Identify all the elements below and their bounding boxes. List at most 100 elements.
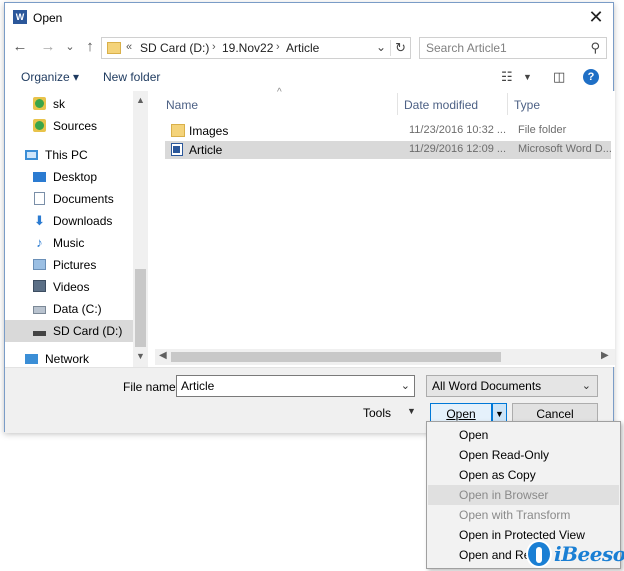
column-header-type[interactable]: Type (514, 98, 540, 112)
menu-item-label: Open Read-Only (459, 448, 550, 462)
nav-item-sd-card[interactable]: SD Card (D:) (5, 320, 133, 342)
word-app-icon: W (13, 10, 27, 24)
up-arrow-icon[interactable]: ↑ (81, 38, 99, 55)
cancel-button-label: Cancel (536, 407, 574, 421)
nav-item-downloads[interactable]: ⬇ Downloads (5, 210, 133, 232)
recent-locations-icon[interactable]: ⌄ (61, 40, 79, 53)
address-separator[interactable]: › (276, 41, 280, 53)
chevron-down-icon[interactable]: ⌄ (582, 379, 591, 392)
nav-pane-scrollbar[interactable]: ▲ ▼ (133, 91, 148, 367)
preview-pane-icon[interactable]: ◫ (553, 69, 565, 85)
nav-item-label: This PC (45, 148, 88, 162)
nav-item-label: Desktop (53, 170, 98, 184)
nav-item-documents[interactable]: Documents (5, 188, 133, 210)
search-icon[interactable]: ⚲ (590, 40, 600, 56)
menu-item-label: Open in Browser (459, 488, 549, 502)
file-type: Microsoft Word D... (518, 143, 612, 155)
nav-item-this-pc[interactable]: This PC (5, 144, 133, 166)
open-button-label: Open (446, 407, 476, 421)
documents-icon (34, 192, 45, 205)
help-icon[interactable]: ? (583, 69, 599, 85)
column-divider[interactable] (397, 93, 398, 115)
nav-item-label: Videos (53, 280, 90, 294)
file-list-scrollbar[interactable]: ◀ ▶ (155, 349, 615, 365)
network-icon (25, 354, 38, 364)
nav-item-label: Downloads (53, 214, 113, 228)
address-segment-sd-card[interactable]: SD Card (D:) (140, 41, 209, 55)
search-input[interactable]: Search Article1 (426, 41, 507, 55)
file-row-images[interactable]: Images 11/23/2016 10:32 ... File folder (165, 122, 611, 140)
forward-arrow-icon[interactable]: → (39, 38, 57, 55)
nav-item-label: Pictures (53, 258, 97, 272)
videos-icon (33, 280, 46, 292)
nav-item-label: SD Card (D:) (53, 324, 123, 338)
address-segment-19nov22[interactable]: 19.Nov22 (222, 41, 273, 55)
menu-item-open-with-transform[interactable]: Open with Transform (428, 505, 619, 525)
file-name-value[interactable]: Article (181, 379, 214, 393)
file-type-select[interactable]: All Word Documents ⌄ (426, 375, 598, 397)
file-row-article[interactable]: Article 11/29/2016 12:09 ... Microsoft W… (165, 141, 612, 159)
address-separator[interactable]: › (212, 41, 216, 53)
scrollbar-thumb[interactable] (171, 352, 501, 362)
search-box[interactable]: Search Article1 ⚲ (419, 37, 607, 59)
view-options-chevron-icon[interactable]: ▼ (523, 72, 532, 82)
back-arrow-icon[interactable]: ← (11, 38, 29, 55)
menu-item-open-as-copy[interactable]: Open as Copy (428, 465, 619, 485)
scrollbar-thumb[interactable] (135, 269, 146, 347)
menu-item-open-read-only[interactable]: Open Read-Only (428, 445, 619, 465)
folder-icon (107, 42, 121, 54)
file-name-field[interactable]: Article ⌄ (176, 375, 415, 397)
menu-item-label: Open with Transform (459, 508, 571, 522)
organize-button[interactable]: Organize ▾ (21, 70, 79, 84)
command-bar: Organize ▾ New folder ☷ ▼ ◫ ? (5, 65, 613, 91)
nav-item-label: Data (C:) (53, 302, 102, 316)
scroll-right-icon[interactable]: ▶ (601, 350, 609, 361)
nav-item-music[interactable]: ♪ Music (5, 232, 133, 254)
nav-item-label: sk (53, 97, 65, 111)
ibeesoft-watermark: iBeesoft (526, 538, 624, 570)
scroll-down-icon[interactable]: ▼ (133, 351, 148, 361)
nav-item-sk[interactable]: sk (5, 93, 133, 115)
file-name-label: File name: (123, 380, 180, 394)
address-segment-article[interactable]: Article (286, 41, 319, 55)
watermark-text: iBeesoft (554, 542, 624, 566)
open-dialog: W Open ✕ ← → ⌄ ↑ « SD Card (D:) › 19.Nov… (4, 2, 615, 433)
column-header-date-modified[interactable]: Date modified (404, 98, 478, 112)
file-name: Article (189, 143, 223, 157)
scroll-up-icon[interactable]: ▲ (133, 95, 148, 105)
desktop-icon (33, 172, 46, 182)
file-name: Images (189, 124, 229, 138)
menu-item-label: Open as Copy (459, 468, 536, 482)
scroll-left-icon[interactable]: ◀ (159, 350, 167, 361)
nav-item-videos[interactable]: Videos (5, 276, 133, 298)
chevron-down-icon[interactable]: ⌄ (376, 40, 386, 54)
folder-icon (171, 124, 185, 137)
file-list: ^ Name Date modified Type Images 11/23/2… (155, 87, 615, 367)
chevron-down-icon[interactable]: ⌄ (401, 379, 410, 392)
change-view-icon[interactable]: ☷ (501, 69, 513, 85)
close-button[interactable]: ✕ (585, 7, 607, 29)
ibeesoft-logo-icon (526, 540, 552, 568)
nav-item-desktop[interactable]: Desktop (5, 166, 133, 188)
music-icon: ♪ (36, 235, 43, 250)
file-type-value: All Word Documents (432, 379, 542, 393)
column-divider[interactable] (507, 93, 508, 115)
menu-item-label: Open (459, 428, 489, 442)
green-folder-icon (33, 97, 46, 110)
nav-item-sources[interactable]: Sources (5, 115, 133, 137)
new-folder-button[interactable]: New folder (103, 70, 160, 84)
refresh-icon[interactable]: ↻ (390, 40, 406, 56)
title-bar: W Open ✕ (5, 3, 613, 33)
nav-item-data-c[interactable]: Data (C:) (5, 298, 133, 320)
word-document-icon (171, 143, 183, 156)
address-overflow[interactable]: « (126, 41, 132, 53)
tools-dropdown-icon[interactable]: ▼ (407, 406, 416, 416)
downloads-icon: ⬇ (34, 213, 45, 228)
column-header-name[interactable]: Name (166, 98, 198, 112)
sort-ascending-icon: ^ (277, 87, 282, 98)
menu-item-open-in-browser[interactable]: Open in Browser (428, 485, 619, 505)
nav-item-pictures[interactable]: Pictures (5, 254, 133, 276)
tools-button[interactable]: Tools (363, 406, 391, 420)
address-bar[interactable]: « SD Card (D:) › 19.Nov22 › Article ⌄ ↻ (101, 37, 411, 59)
menu-item-open[interactable]: Open (428, 425, 619, 445)
